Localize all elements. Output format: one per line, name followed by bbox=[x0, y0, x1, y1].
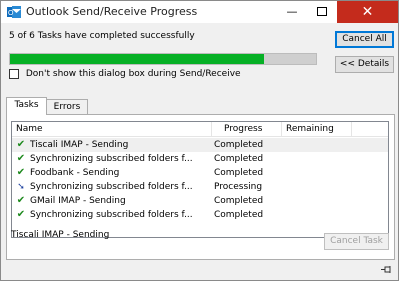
task-list[interactable]: Name Progress Remaining ✔ Tiscali IMAP - … bbox=[11, 121, 389, 238]
maximize-icon bbox=[317, 6, 327, 16]
check-icon: ✔ bbox=[16, 153, 26, 164]
progress-fill bbox=[10, 54, 264, 64]
task-name: Foodbank - Sending bbox=[30, 168, 120, 178]
dont-show-checkbox-row[interactable]: Don't show this dialog box during Send/R… bbox=[9, 69, 241, 80]
dont-show-checkbox-label: Don't show this dialog box during Send/R… bbox=[25, 69, 241, 79]
check-icon: ✔ bbox=[16, 209, 26, 220]
svg-text:O: O bbox=[8, 10, 14, 17]
task-row[interactable]: ✔ Tiscali IMAP - Sending Completed bbox=[12, 138, 388, 152]
selected-task-label: Tiscali IMAP - Sending bbox=[11, 230, 110, 240]
task-progress: Completed bbox=[214, 154, 264, 164]
title-bar: O Outlook Send/Receive Progress — ✕ bbox=[1, 1, 398, 23]
column-header-remaining[interactable]: Remaining bbox=[282, 122, 352, 136]
task-name: GMail IMAP - Sending bbox=[30, 196, 126, 206]
task-row[interactable]: ➘ Synchronizing subscribed folders f... Pr… bbox=[12, 180, 388, 194]
status-text: 5 of 6 Tasks have completed successfully bbox=[9, 31, 195, 41]
tab-tasks[interactable]: Tasks bbox=[6, 97, 47, 115]
task-row[interactable]: ✔ GMail IMAP - Sending Completed bbox=[12, 194, 388, 208]
task-progress: Completed bbox=[214, 196, 264, 206]
task-name: Tiscali IMAP - Sending bbox=[30, 140, 129, 150]
window-title: Outlook Send/Receive Progress bbox=[26, 5, 198, 18]
task-list-header: Name Progress Remaining bbox=[12, 122, 388, 137]
arrow-icon: ➘ bbox=[17, 182, 25, 192]
task-row[interactable]: ✔ Synchronizing subscribed folders f... Co… bbox=[12, 208, 388, 222]
overall-progress-bar bbox=[9, 53, 317, 65]
task-progress: Completed bbox=[214, 140, 264, 150]
minimize-button[interactable]: — bbox=[277, 1, 307, 23]
column-header-name[interactable]: Name bbox=[12, 122, 212, 136]
tab-errors[interactable]: Errors bbox=[46, 99, 88, 115]
check-icon: ✔ bbox=[16, 195, 26, 206]
details-button[interactable]: << Details bbox=[335, 56, 394, 73]
cancel-all-button[interactable]: Cancel All bbox=[335, 31, 394, 48]
task-progress: Completed bbox=[214, 168, 264, 178]
outlook-send-receive-icon: O bbox=[7, 6, 21, 18]
task-name: Synchronizing subscribed folders f... bbox=[30, 210, 193, 220]
check-icon: ✔ bbox=[16, 167, 26, 178]
send-receive-dialog: O Outlook Send/Receive Progress — ✕ 5 of… bbox=[0, 0, 399, 281]
task-progress: Completed bbox=[214, 210, 264, 220]
tasks-panel: Name Progress Remaining ✔ Tiscali IMAP - … bbox=[6, 114, 395, 260]
task-row[interactable]: ✔ Synchronizing subscribed folders f... Co… bbox=[12, 152, 388, 166]
close-button[interactable]: ✕ bbox=[337, 1, 398, 23]
check-icon: ✔ bbox=[16, 139, 26, 150]
pin-icon[interactable] bbox=[381, 264, 393, 276]
task-name: Synchronizing subscribed folders f... bbox=[30, 182, 193, 192]
task-name: Synchronizing subscribed folders f... bbox=[30, 154, 193, 164]
cancel-task-button[interactable]: Cancel Task bbox=[324, 233, 389, 250]
dont-show-checkbox[interactable] bbox=[9, 69, 19, 79]
task-row[interactable]: ✔ Foodbank - Sending Completed bbox=[12, 166, 388, 180]
column-header-progress[interactable]: Progress bbox=[212, 122, 282, 136]
maximize-button[interactable] bbox=[307, 1, 337, 23]
task-progress: Processing bbox=[214, 182, 263, 192]
